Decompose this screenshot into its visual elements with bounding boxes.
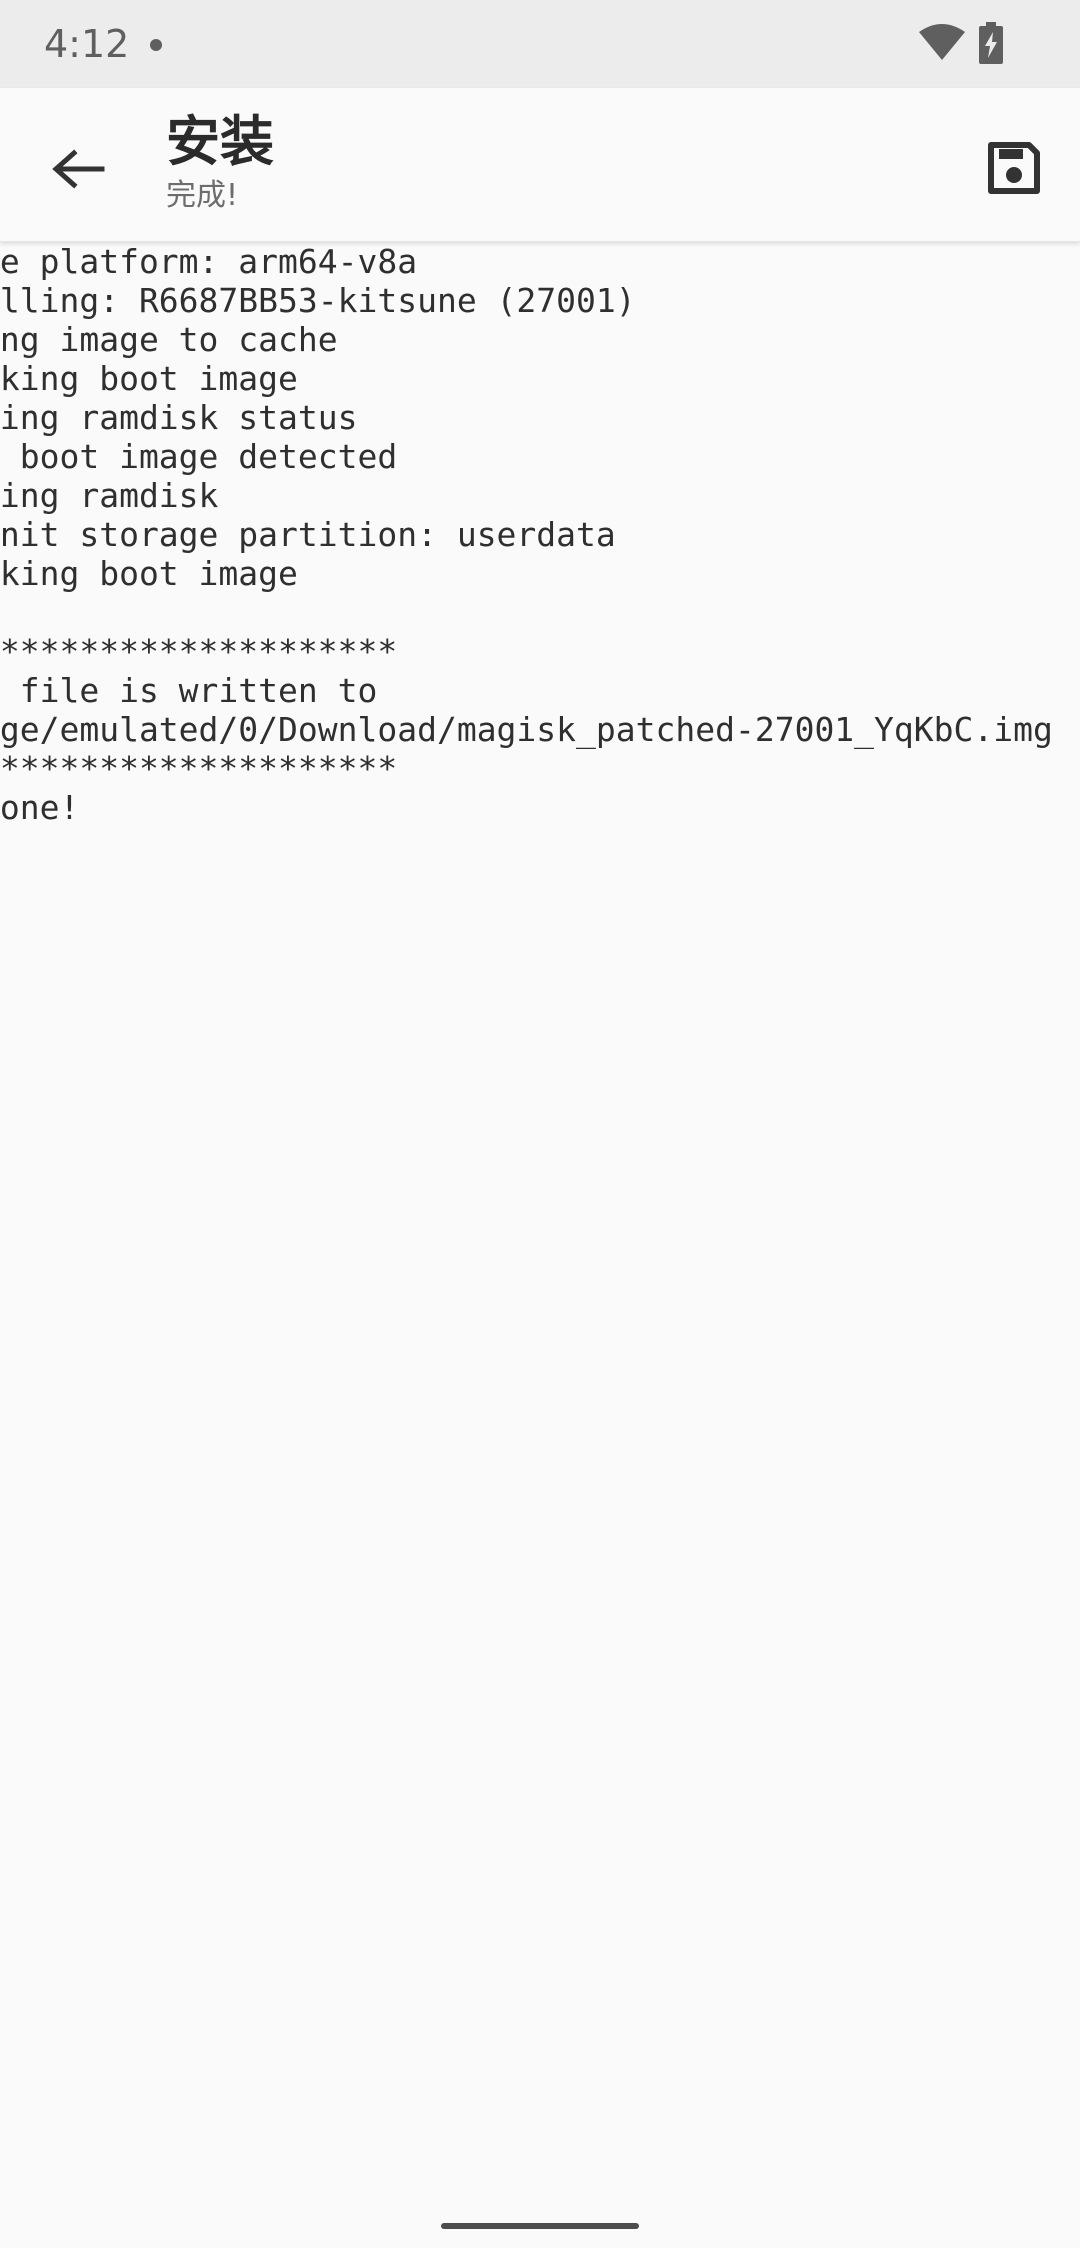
log-line: alling: R6687BB53-kitsune (27001) bbox=[0, 281, 636, 320]
log-line: ********************* bbox=[0, 632, 398, 671]
arrow-left-icon bbox=[52, 149, 105, 189]
log-line: cking boot image bbox=[0, 359, 298, 398]
back-button[interactable] bbox=[30, 121, 126, 217]
log-line bbox=[0, 593, 1053, 632]
notification-dot-icon bbox=[150, 39, 162, 51]
battery-charging-icon bbox=[979, 22, 1003, 64]
log-line: ce platform: arm64-v8a bbox=[0, 242, 418, 281]
log-line: hing ramdisk bbox=[0, 476, 219, 515]
install-log[interactable]: ce platform: arm64-v8a alling: R6687BB53-… bbox=[0, 242, 1080, 2202]
wifi-icon bbox=[919, 24, 965, 60]
home-indicator[interactable] bbox=[441, 2223, 639, 2229]
log-line: king ramdisk status bbox=[0, 398, 358, 437]
status-bar: 4:12 bbox=[0, 0, 1080, 88]
log-line: ing image to cache bbox=[0, 320, 338, 359]
page-subtitle: 完成! bbox=[166, 178, 239, 213]
save-icon bbox=[988, 142, 1040, 194]
log-line: k boot image detected bbox=[0, 437, 398, 476]
log-line: age/emulated/0/Download/magisk_patched-2… bbox=[0, 710, 1053, 749]
status-time: 4:12 bbox=[44, 22, 130, 66]
log-line: init storage partition: userdata bbox=[0, 515, 616, 554]
app-bar: 安装 完成! bbox=[0, 88, 1080, 242]
page-title: 安装 bbox=[166, 110, 274, 173]
log-lines: ce platform: arm64-v8a alling: R6687BB53-… bbox=[0, 242, 1053, 827]
log-line: cking boot image bbox=[0, 554, 298, 593]
log-line: Done! bbox=[0, 788, 80, 827]
log-line: ********************* bbox=[0, 749, 398, 788]
save-log-button[interactable] bbox=[964, 132, 1064, 204]
log-line: t file is written to bbox=[0, 671, 378, 710]
